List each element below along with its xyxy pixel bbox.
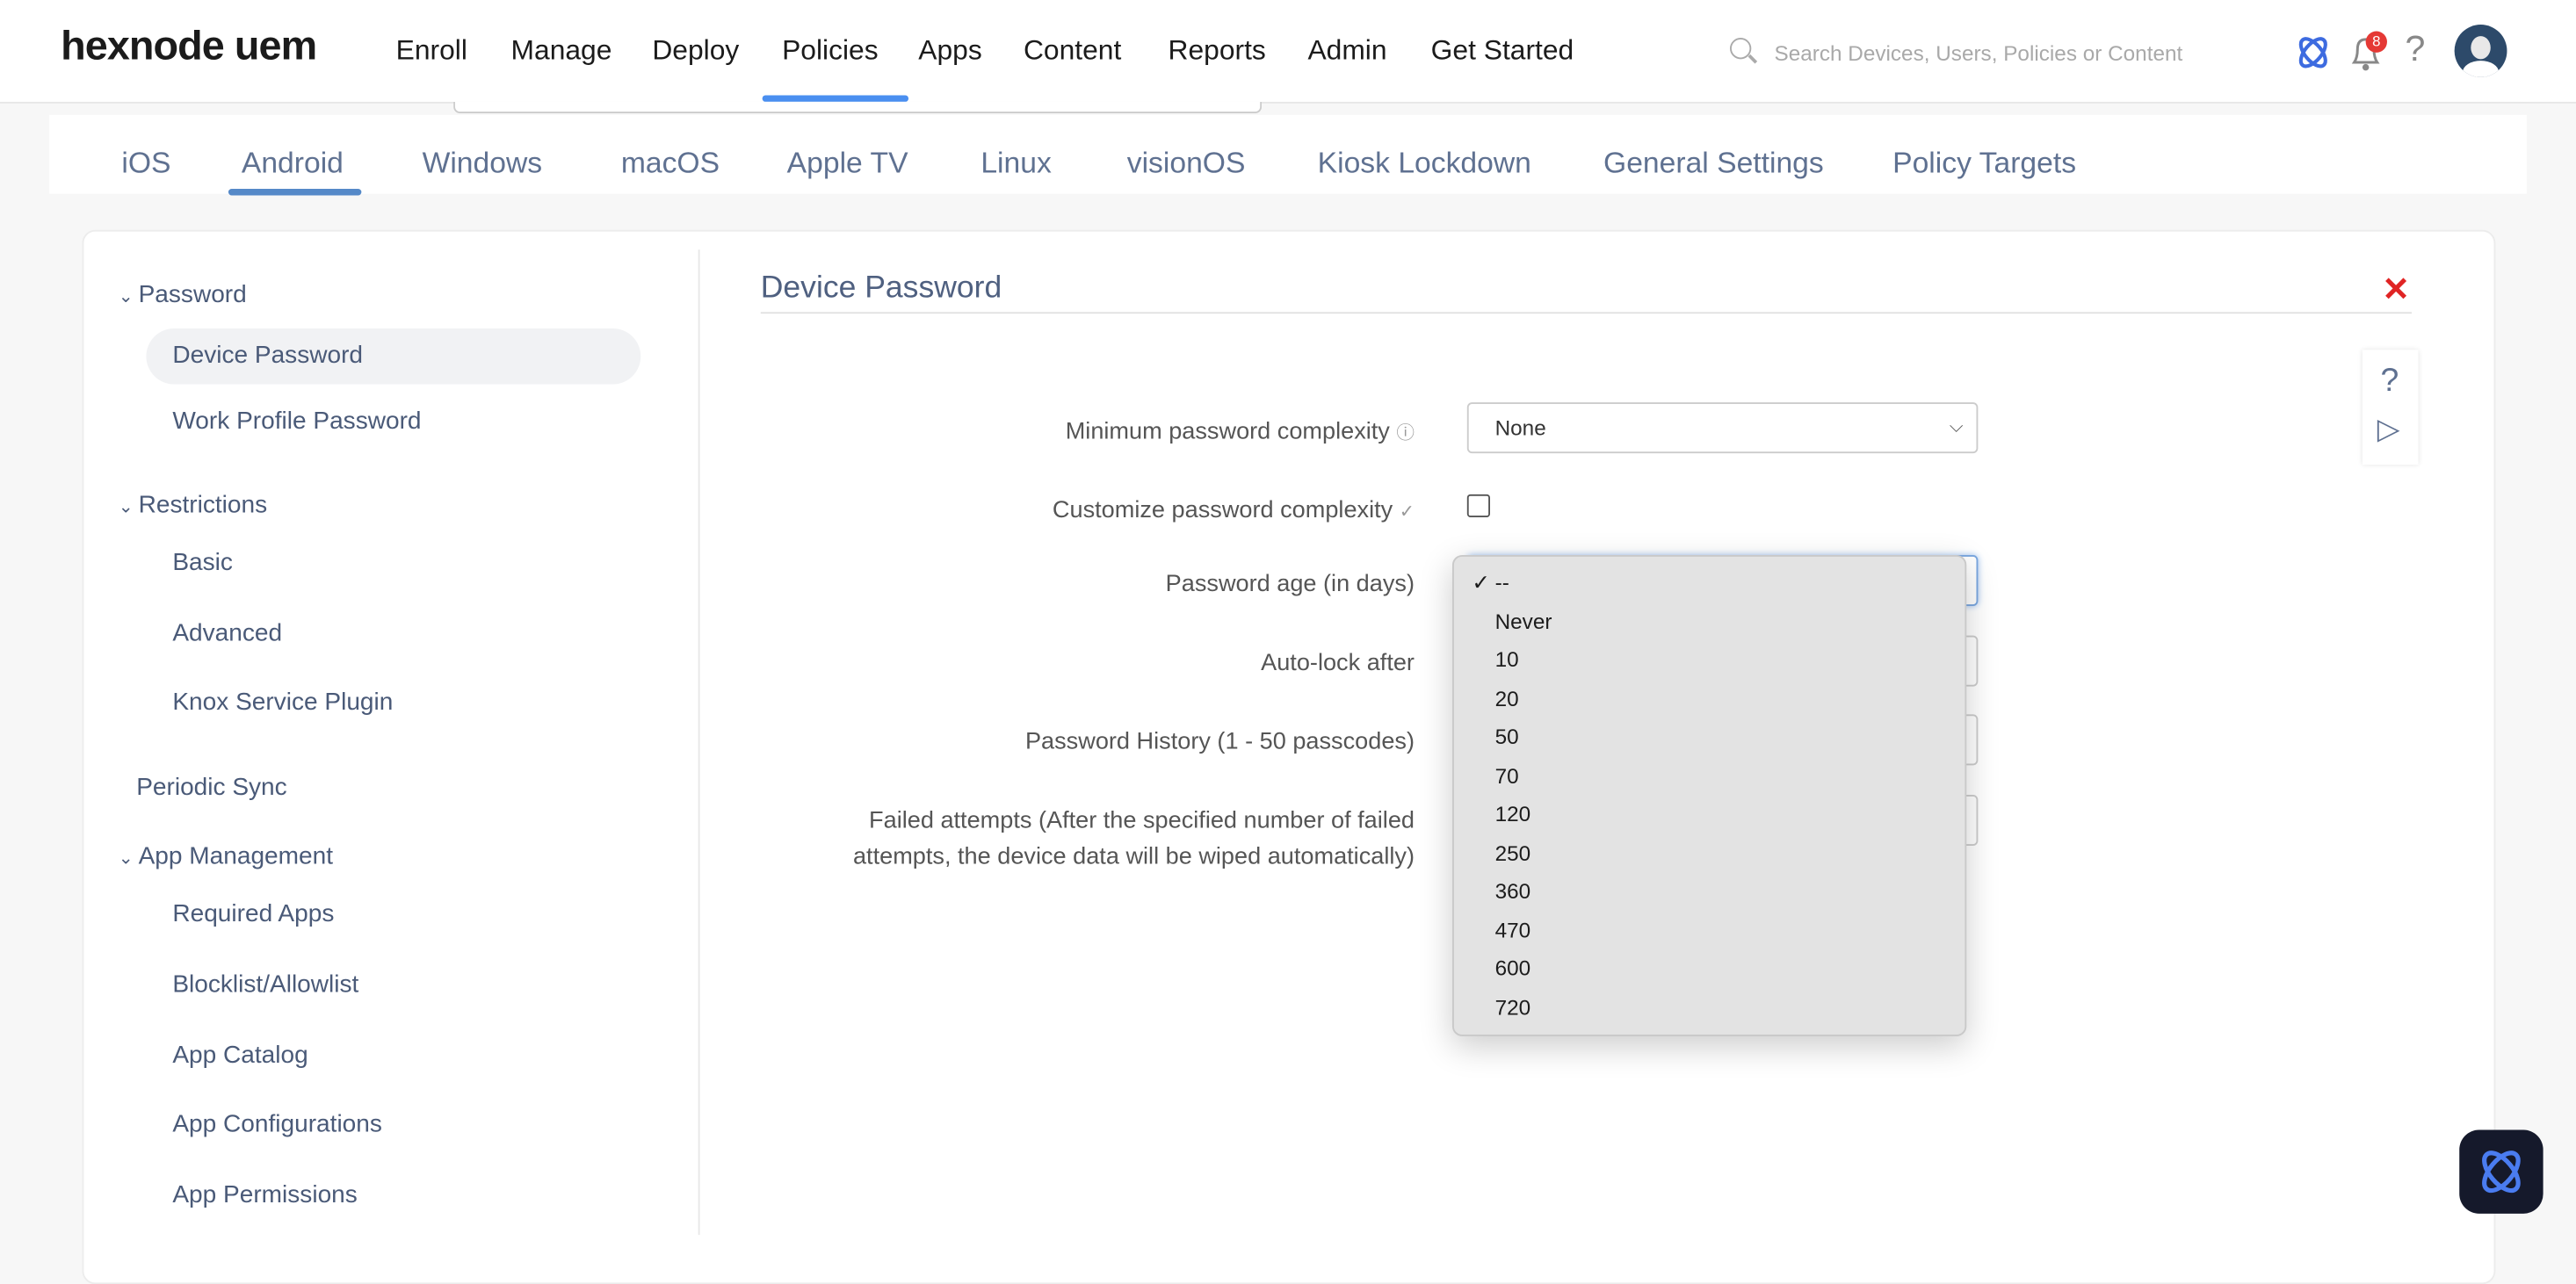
tab-kiosk-lockdown[interactable]: Kiosk Lockdown <box>1318 146 1531 180</box>
nav-reports[interactable]: Reports <box>1168 34 1265 67</box>
section-title: Device Password <box>760 271 1002 306</box>
password-age-label: Password age (in days) <box>1165 571 1415 598</box>
sidebar-group-app-management[interactable]: ⌄ App Management <box>119 842 333 870</box>
chevron-down-icon: ⌄ <box>118 287 139 307</box>
customize-checkbox[interactable] <box>1466 494 1490 518</box>
nav-deploy[interactable]: Deploy <box>652 34 739 67</box>
dropdown-option[interactable]: 10 <box>1495 647 1519 672</box>
tab-windows[interactable]: Windows <box>423 146 543 180</box>
sidebar-group-restrictions[interactable]: ⌄ Restrictions <box>119 491 267 519</box>
close-icon[interactable]: ✕ <box>2382 270 2409 311</box>
sidebar-item-app-catalog[interactable]: App Catalog <box>172 1042 308 1070</box>
password-age-dropdown: ✓ -- Never 10 20 50 70 120 250 360 470 6… <box>1451 555 1967 1036</box>
title-divider <box>760 312 2413 314</box>
tab-general-settings[interactable]: General Settings <box>1603 146 1824 180</box>
tab-macos[interactable]: macOS <box>621 146 720 180</box>
tab-ios[interactable]: iOS <box>121 146 170 180</box>
sidebar-item-basic[interactable]: Basic <box>172 549 233 577</box>
dropdown-option[interactable]: 600 <box>1495 956 1531 980</box>
nav-apps[interactable]: Apps <box>918 34 981 67</box>
check-badge-icon: ✓ <box>1399 502 1415 523</box>
nav-enroll[interactable]: Enroll <box>396 34 467 67</box>
dropdown-option[interactable]: 470 <box>1495 918 1531 942</box>
dropdown-option[interactable]: 20 <box>1495 687 1519 711</box>
notification-badge: 8 <box>2365 31 2387 53</box>
nav-policies[interactable]: Policies <box>782 34 879 67</box>
active-nav-indicator <box>762 95 909 102</box>
sidebar-item-app-permissions[interactable]: App Permissions <box>172 1180 357 1208</box>
dropdown-option[interactable]: 720 <box>1495 995 1531 1020</box>
sidebar-item-knox-service-plugin[interactable]: Knox Service Plugin <box>172 688 393 716</box>
sidebar-item-work-profile-password[interactable]: Work Profile Password <box>172 408 421 436</box>
search-icon <box>1730 38 1752 60</box>
top-header <box>0 0 2576 104</box>
customize-label: Customize password complexity ✓ <box>1052 497 1415 524</box>
nav-manage[interactable]: Manage <box>511 34 612 67</box>
checkmark-icon: ✓ <box>1472 569 1490 595</box>
description-textarea[interactable] <box>453 101 1263 114</box>
sidebar-item-blocklist-allowlist[interactable]: Blocklist/Allowlist <box>172 970 358 999</box>
nav-admin[interactable]: Admin <box>1307 34 1386 67</box>
dropdown-option[interactable]: 70 <box>1495 764 1519 789</box>
sidebar-item-required-apps[interactable]: Required Apps <box>172 900 334 928</box>
platform-tabs <box>49 114 2527 194</box>
chat-button[interactable] <box>2459 1129 2543 1214</box>
sidebar-group-password[interactable]: ⌄ Password <box>119 281 247 309</box>
chevron-down-icon: ⌵ <box>1949 416 1964 437</box>
hexnode-icon[interactable] <box>2293 32 2333 72</box>
chevron-down-icon: ⌄ <box>118 497 139 518</box>
search-input[interactable]: Search Devices, Users, Policies or Conte… <box>1774 41 2182 66</box>
help-icon[interactable]: ? <box>2380 363 2399 400</box>
chevron-down-icon: ⌄ <box>118 848 139 869</box>
tab-apple-tv[interactable]: Apple TV <box>787 146 908 180</box>
help-icon[interactable]: ? <box>2406 28 2426 71</box>
tab-policy-targets[interactable]: Policy Targets <box>1892 146 2076 180</box>
nav-content[interactable]: Content <box>1024 34 1121 67</box>
avatar[interactable] <box>2454 25 2507 77</box>
dropdown-option[interactable]: 360 <box>1495 878 1531 903</box>
hexnode-logo[interactable]: hexnode uem <box>61 23 317 70</box>
auto-lock-label: Auto-lock after <box>1261 650 1415 677</box>
tab-linux[interactable]: Linux <box>980 146 1051 180</box>
dropdown-option[interactable]: 250 <box>1495 840 1531 865</box>
tab-visionos[interactable]: visionOS <box>1127 146 1246 180</box>
failed-attempts-label: Failed attempts (After the specified num… <box>852 807 1415 871</box>
sidebar-item-device-password[interactable]: Device Password <box>172 342 363 370</box>
dropdown-option[interactable]: 50 <box>1495 725 1519 749</box>
play-icon[interactable]: ▷ <box>2377 412 2400 446</box>
tab-android[interactable]: Android <box>242 146 344 180</box>
side-tools: ? ▷ <box>2362 350 2419 465</box>
dropdown-option[interactable]: 120 <box>1495 802 1531 826</box>
dropdown-option[interactable]: -- <box>1495 570 1509 595</box>
sidebar-item-advanced[interactable]: Advanced <box>172 619 282 647</box>
hexnode-icon <box>2482 1151 2521 1194</box>
dropdown-option[interactable]: Never <box>1495 610 1552 634</box>
min-complexity-select[interactable]: None ⌵ <box>1466 402 1979 454</box>
info-icon[interactable]: ⓘ <box>1396 423 1415 443</box>
active-tab-indicator <box>228 189 362 196</box>
nav-get-started[interactable]: Get Started <box>1431 34 1574 67</box>
min-complexity-label: Minimum password complexity ⓘ <box>1065 418 1415 445</box>
sidebar-item-periodic-sync[interactable]: Periodic Sync <box>136 774 287 802</box>
password-history-label: Password History (1 - 50 passcodes) <box>1024 729 1415 756</box>
sidebar-item-app-configurations[interactable]: App Configurations <box>172 1110 382 1138</box>
sidebar-divider <box>698 249 700 1236</box>
